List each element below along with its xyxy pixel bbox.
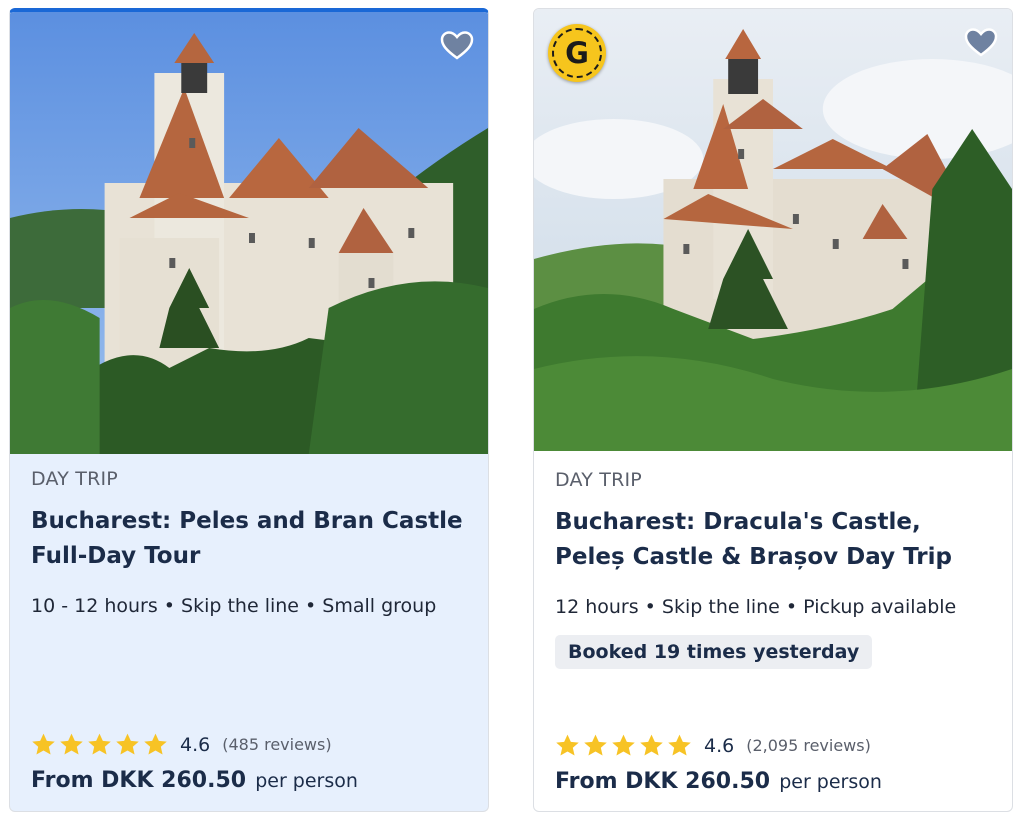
heart-icon: [440, 31, 474, 60]
price-amount: From DKK 260.50: [31, 768, 247, 793]
activity-details: 10 - 12 hours • Skip the line • Small gr…: [31, 595, 437, 617]
rating-score: 4.6: [704, 734, 735, 757]
heart-icon: [964, 28, 998, 57]
review-count: (485 reviews): [222, 735, 332, 754]
activity-category: DAY TRIP: [555, 469, 642, 491]
badge-letter: G: [565, 36, 589, 70]
activity-details: 12 hours • Skip the line • Pickup availa…: [555, 596, 957, 618]
activity-photo[interactable]: [534, 9, 1012, 451]
star-icon: [32, 733, 55, 755]
star-icon: [88, 733, 111, 755]
star-rating: [31, 732, 168, 757]
star-icon: [60, 733, 83, 755]
rating-row: 4.6 (2,095 reviews): [555, 733, 871, 758]
activity-card-1[interactable]: DAY TRIP Bucharest: Peles and Bran Castl…: [9, 8, 489, 812]
star-icon: [584, 734, 607, 756]
activity-photo[interactable]: [10, 12, 488, 454]
activity-category: DAY TRIP: [31, 468, 118, 490]
castle-photo-1: [10, 12, 488, 454]
star-icon: [668, 734, 691, 756]
star-icon: [144, 733, 167, 755]
price-line: From DKK 260.50 per person: [555, 769, 882, 794]
star-icon: [556, 734, 579, 756]
wishlist-heart-icon[interactable]: [438, 26, 476, 64]
price-unit: per person: [779, 771, 882, 793]
star-rating: [555, 733, 692, 758]
castle-photo-2: [534, 9, 1012, 451]
star-icon: [640, 734, 663, 756]
star-icon: [116, 733, 139, 755]
activity-title[interactable]: Bucharest: Dracula's Castle, Peleș Castl…: [555, 505, 994, 575]
activity-title[interactable]: Bucharest: Peles and Bran Castle Full-Da…: [31, 504, 470, 574]
booked-badge: Booked 19 times yesterday: [555, 635, 873, 669]
price-amount: From DKK 260.50: [555, 769, 771, 794]
price-unit: per person: [255, 770, 358, 792]
gyg-originals-badge: G: [548, 24, 606, 82]
star-icon: [612, 734, 635, 756]
activity-card-2[interactable]: G DAY TRIP Bucharest: Dracula's Castle, …: [533, 8, 1013, 812]
wishlist-heart-icon[interactable]: [962, 23, 1000, 61]
price-line: From DKK 260.50 per person: [31, 768, 358, 793]
rating-score: 4.6: [180, 733, 211, 756]
review-count: (2,095 reviews): [746, 736, 871, 755]
rating-row: 4.6 (485 reviews): [31, 732, 332, 757]
